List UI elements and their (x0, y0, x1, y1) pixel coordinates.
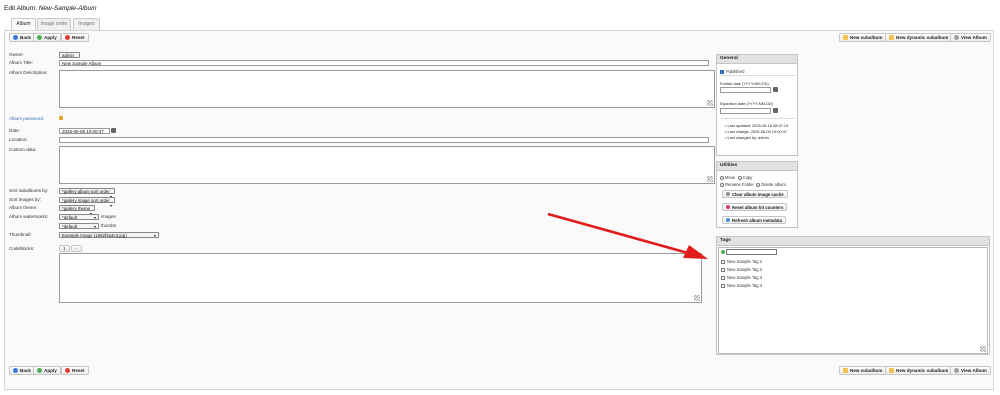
annotation-arrow (547, 212, 708, 259)
view-icon (954, 368, 959, 373)
arrow-shaft (547, 212, 689, 255)
new-dynamic-subalbum-button-bottom[interactable]: New dynamic subalbum (885, 366, 953, 375)
reset-button-bottom[interactable]: Reset (61, 366, 89, 375)
new-subalbum-label: New subalbum (850, 368, 883, 373)
new-dynamic-subalbum-label: New dynamic subalbum (896, 368, 949, 373)
folder-icon (889, 368, 894, 373)
arrow-head (683, 245, 708, 259)
apply-button-bottom[interactable]: Apply (33, 366, 61, 375)
back-button-label: Back (20, 368, 31, 373)
view-album-label: View Album (961, 368, 987, 373)
back-arrow-icon (13, 368, 18, 373)
check-icon (37, 368, 42, 373)
new-subalbum-button-bottom[interactable]: New subalbum (839, 366, 887, 375)
back-button-bottom[interactable]: Back (9, 366, 35, 375)
folder-icon (843, 368, 848, 373)
apply-button-label: Apply (44, 368, 57, 373)
reset-button-label: Reset (72, 368, 85, 373)
view-album-button-bottom[interactable]: View Album (950, 366, 991, 375)
reset-icon (65, 368, 70, 373)
